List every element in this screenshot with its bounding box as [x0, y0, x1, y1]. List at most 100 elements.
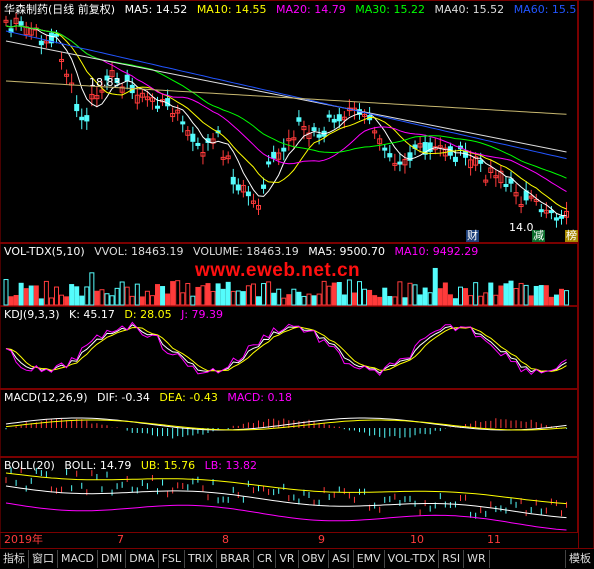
low-price-label: 14.0 [509, 221, 534, 234]
volume-bar [69, 284, 75, 306]
candle-body [38, 40, 44, 46]
volume-bar [28, 285, 34, 306]
tab-obv[interactable]: OBV [299, 550, 329, 568]
volume-bar [382, 287, 388, 306]
price-header: 华森制药(日线 前复权) MA5: 14.52 MA10: 14.55 MA20… [4, 3, 582, 17]
volume-bar [397, 281, 403, 306]
volume-bar [215, 283, 221, 306]
candle-body [271, 151, 277, 159]
reduce-badge[interactable]: 减 [532, 230, 545, 242]
candle-body [387, 153, 393, 158]
tab-dmi[interactable]: DMI [98, 550, 127, 568]
candle-body [553, 217, 559, 221]
volume-bar [210, 290, 216, 306]
volume-bar [498, 285, 504, 306]
kdj-panel-name: KDJ(9,3,3) [4, 308, 60, 321]
tab-template[interactable]: 模板 [565, 550, 594, 568]
candle-body [296, 117, 302, 122]
tab-emv[interactable]: EMV [354, 550, 385, 568]
candle-body [397, 161, 403, 165]
volume-label: VOLUME: 18463.19 [193, 245, 299, 258]
finance-badge[interactable]: 财 [466, 230, 479, 242]
volume-bar [281, 297, 287, 306]
boll-header: BOLL(20) BOLL: 14.79 UB: 15.76 LB: 13.82 [4, 459, 263, 473]
volume-bar [407, 282, 413, 306]
volume-bar [372, 295, 378, 306]
volume-bar [23, 288, 29, 306]
tab-fsl[interactable]: FSL [159, 550, 185, 568]
macd-dif-label: DIF: -0.34 [97, 391, 150, 404]
price-panel[interactable]: 华森制药(日线 前复权) MA5: 14.52 MA10: 14.55 MA20… [0, 0, 578, 243]
volume-header: VOL-TDX(5,10) VVOL: 18463.19 VOLUME: 184… [4, 245, 484, 259]
boll-mid-line [5, 485, 567, 519]
candle-body [281, 147, 287, 152]
boll-lb-label: LB: 13.82 [204, 459, 257, 472]
tab-asi[interactable]: ASI [329, 550, 354, 568]
tab-trix[interactable]: TRIX [185, 550, 218, 568]
volume-bar [377, 296, 383, 306]
tab-indicators[interactable]: 指标 [0, 550, 29, 568]
high-price-label: 18.83 [89, 76, 121, 89]
boll-panel[interactable]: BOLL(20) BOLL: 14.79 UB: 15.76 LB: 13.82 [0, 457, 578, 533]
kdj-panel[interactable]: KDJ(9,3,3) K: 45.17 D: 28.05 J: 79.39 [0, 306, 578, 389]
watermark-text: www.eweb.net.cn [195, 260, 361, 281]
tab-cr[interactable]: CR [254, 550, 277, 568]
volume-bar [240, 291, 246, 306]
volume-bar [205, 283, 211, 306]
volume-bar [250, 283, 256, 306]
tab-vol-tdx[interactable]: VOL-TDX [385, 550, 440, 568]
volume-bar [235, 290, 241, 306]
boll-panel-name: BOLL(20) [4, 459, 55, 472]
boll-ub-label: UB: 15.76 [140, 459, 196, 472]
tab-rsi[interactable]: RSI [439, 550, 465, 568]
candle-body [235, 184, 241, 191]
axis-label-9: 9 [318, 533, 325, 546]
volume-bar [59, 294, 65, 306]
volume-bar [190, 295, 196, 306]
volume-bar [99, 289, 105, 306]
ma30-label: MA30: 15.22 [355, 3, 425, 16]
axis-label-8: 8 [222, 533, 229, 546]
ranking-badge[interactable]: 榜 [565, 230, 578, 242]
volume-bar [124, 286, 130, 306]
tab-wr[interactable]: WR [464, 550, 490, 568]
macd-panel[interactable]: MACD(12,26,9) DIF: -0.34 DEA: -0.43 MACD… [0, 389, 578, 457]
candle-body [538, 209, 544, 213]
ma20-label: MA20: 14.79 [276, 3, 346, 16]
kdj-header: KDJ(9,3,3) K: 45.17 D: 28.05 J: 79.39 [4, 308, 229, 322]
volume-bar [180, 292, 186, 306]
ma60-label: MA60: 15.5 [513, 3, 577, 16]
price-chart [3, 12, 570, 228]
volume-bar [84, 286, 90, 306]
macd-value-label: MACD: 0.18 [227, 391, 292, 404]
volume-bar [367, 289, 373, 306]
tab-brar[interactable]: BRAR [217, 550, 255, 568]
candle-body [316, 134, 322, 138]
candle-body [559, 215, 564, 219]
volume-bar [346, 279, 352, 306]
volume-bar [94, 290, 100, 306]
volume-bar [175, 280, 181, 306]
tab-vr[interactable]: VR [276, 550, 299, 568]
tab-macd[interactable]: MACD [58, 550, 98, 568]
volume-bar [548, 296, 554, 306]
volume-bar [387, 296, 393, 306]
volume-bar [306, 293, 312, 306]
tab-dma[interactable]: DMA [126, 550, 159, 568]
volume-bar [392, 296, 398, 306]
volume-bar [336, 282, 342, 306]
volume-bar [357, 281, 362, 306]
volume-bar [256, 296, 261, 306]
vol-ma10-label: MA10: 9492.29 [394, 245, 479, 258]
vol-panel-name: VOL-TDX(5,10) [4, 245, 85, 258]
volume-bar [64, 296, 70, 306]
volume-bar [488, 282, 494, 306]
volume-bar [362, 288, 368, 306]
tab-window[interactable]: 窗口 [29, 550, 58, 568]
volume-bar [220, 288, 226, 306]
volume-bar [543, 285, 549, 306]
volume-bar [468, 295, 474, 306]
candle-body [18, 21, 24, 26]
candle-body [261, 184, 267, 189]
volume-bar [427, 292, 433, 306]
